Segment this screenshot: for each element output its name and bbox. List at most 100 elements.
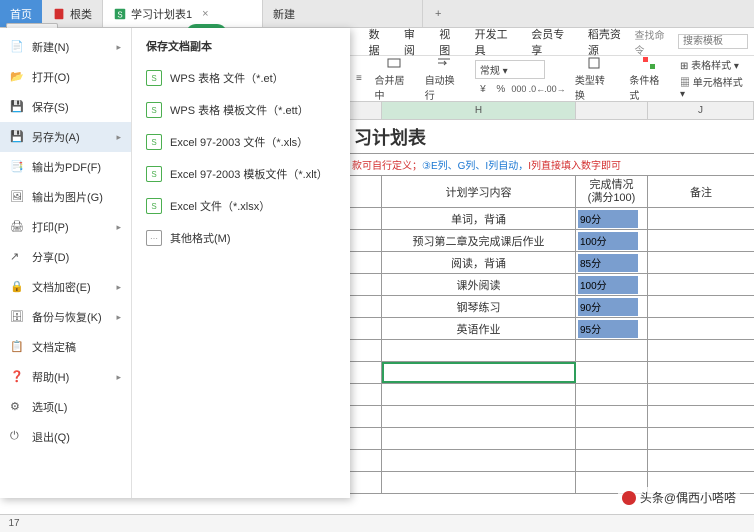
row-number-17[interactable]: 17 xyxy=(4,518,24,529)
sheet-title-row: 习计划表 xyxy=(350,120,754,154)
file-menu-item-10[interactable]: 📋文档定稿 xyxy=(0,332,131,362)
cell-note[interactable] xyxy=(648,252,754,273)
file-menu-item-0[interactable]: 📄新建(N)▸ xyxy=(0,32,131,62)
header-plan: 计划学习内容 xyxy=(382,176,576,207)
menu-item-icon: 💾 xyxy=(10,130,24,144)
menu-item-icon: 💾 xyxy=(10,100,24,114)
table-row[interactable]: 英语作业95分 xyxy=(350,318,754,340)
cell-note[interactable] xyxy=(648,318,754,339)
decimal-dec-icon[interactable]: .00→ xyxy=(547,81,563,97)
cell-plan[interactable]: 阅读，背诵 xyxy=(382,252,576,273)
cell-plan[interactable]: 预习第二章及完成课后作业 xyxy=(382,230,576,251)
auto-wrap-button[interactable]: 自动换行 xyxy=(421,53,467,104)
cell-score[interactable]: 90分 xyxy=(576,296,648,317)
menu-item-icon: 📄 xyxy=(10,40,24,54)
menu-item-icon: ⏻ xyxy=(10,430,24,444)
type-convert-button[interactable]: 类型转换 xyxy=(571,53,618,104)
file-menu-item-9[interactable]: 🗄备份与恢复(K)▸ xyxy=(0,302,131,332)
cell-plan[interactable]: 课外阅读 xyxy=(382,274,576,295)
currency-icon[interactable]: ¥ xyxy=(475,81,491,97)
save-format-3[interactable]: SExcel 97-2003 模板文件（*.xlt） xyxy=(140,158,342,190)
format-icon: S xyxy=(146,198,162,214)
file-menu-item-7[interactable]: ↗分享(D) xyxy=(0,242,131,272)
cell-score[interactable]: 90分 xyxy=(576,208,648,229)
save-format-4[interactable]: SExcel 文件（*.xlsx） xyxy=(140,190,342,222)
menu-item-icon: ⚙ xyxy=(10,400,24,414)
ribbon-tab-dev[interactable]: 开发工具 xyxy=(475,24,518,60)
file-menu-item-4[interactable]: 📑输出为PDF(F) xyxy=(0,152,131,182)
table-style-icon: ⊞ xyxy=(680,61,688,72)
file-menu-item-3[interactable]: 💾另存为(A)▸ xyxy=(0,122,131,152)
cell-score[interactable]: 100分 xyxy=(576,274,648,295)
file-menu-list: 📄新建(N)▸📂打开(O)💾保存(S)💾另存为(A)▸📑输出为PDF(F)🖼输出… xyxy=(0,28,132,498)
decimal-inc-icon[interactable]: .0← xyxy=(529,81,545,97)
format-icon: ⋯ xyxy=(146,230,162,246)
number-format-select[interactable]: 常规 ▾ xyxy=(475,60,545,79)
conditional-format-button[interactable]: 条件格式 xyxy=(625,53,672,104)
file-menu-item-8[interactable]: 🔒文档加密(E)▸ xyxy=(0,272,131,302)
cell-score[interactable]: 95分 xyxy=(576,318,648,339)
chevron-right-icon: ▸ xyxy=(116,372,121,383)
file-menu-item-12[interactable]: ⚙选项(L) xyxy=(0,392,131,422)
cell-note[interactable] xyxy=(648,274,754,295)
table-row-selected[interactable] xyxy=(350,362,754,384)
ribbon-tab-vip[interactable]: 会员专享 xyxy=(531,24,574,60)
table-row[interactable]: 阅读，背诵85分 xyxy=(350,252,754,274)
menu-item-icon: ❓ xyxy=(10,370,24,384)
spreadsheet-icon: S xyxy=(113,7,127,21)
cell-plan[interactable]: 钢琴练习 xyxy=(382,296,576,317)
watermark-icon xyxy=(622,491,636,505)
table-row[interactable]: 钢琴练习90分 xyxy=(350,296,754,318)
table-header-row: 计划学习内容 完成情况(满分100) 备注 xyxy=(350,176,754,208)
file-menu-panel: 📄新建(N)▸📂打开(O)💾保存(S)💾另存为(A)▸📑输出为PDF(F)🖼输出… xyxy=(0,28,350,498)
cell-note[interactable] xyxy=(648,230,754,251)
cell-score[interactable]: 85分 xyxy=(576,252,648,273)
cell-note[interactable] xyxy=(648,296,754,317)
header-note: 备注 xyxy=(648,176,754,207)
file-menu-submenu: 保存文档副本 SWPS 表格 文件（*.et）SWPS 表格 模板文件（*.et… xyxy=(132,28,350,498)
table-style-button[interactable]: ⊞ 表格样式 ▾ xyxy=(680,57,739,72)
align-icon[interactable]: ≡ xyxy=(351,71,366,87)
cell-plan[interactable]: 单词，背诵 xyxy=(382,208,576,229)
table-row[interactable]: 课外阅读100分 xyxy=(350,274,754,296)
cell-note[interactable] xyxy=(648,208,754,229)
table-row[interactable] xyxy=(350,406,754,428)
col-header-j[interactable]: J xyxy=(648,102,754,119)
chevron-right-icon: ▸ xyxy=(116,222,121,233)
chevron-right-icon: ▸ xyxy=(116,282,121,293)
cell-plan[interactable]: 英语作业 xyxy=(382,318,576,339)
table-row[interactable] xyxy=(350,428,754,450)
menu-item-icon: 📑 xyxy=(10,160,24,174)
menu-item-icon: 🖼 xyxy=(10,190,24,204)
file-menu-item-2[interactable]: 💾保存(S) xyxy=(0,92,131,122)
format-icon: S xyxy=(146,166,162,182)
file-menu-item-11[interactable]: ❓帮助(H)▸ xyxy=(0,362,131,392)
search-input[interactable] xyxy=(678,34,748,49)
file-menu-item-13[interactable]: ⏻退出(Q) xyxy=(0,422,131,452)
menu-item-icon: 🖨 xyxy=(10,220,24,234)
chevron-right-icon: ▸ xyxy=(116,42,121,53)
search-command-hint[interactable]: 查找命令 xyxy=(634,27,672,57)
table-row[interactable]: 单词，背诵90分 xyxy=(350,208,754,230)
chevron-right-icon: ▸ xyxy=(116,312,121,323)
cell-style-button[interactable]: ▦ 单元格样式 ▾ xyxy=(680,74,748,100)
comma-icon[interactable]: 000 xyxy=(511,81,527,97)
save-format-1[interactable]: SWPS 表格 模板文件（*.ett） xyxy=(140,94,342,126)
file-menu-item-6[interactable]: 🖨打印(P)▸ xyxy=(0,212,131,242)
percent-icon[interactable]: % xyxy=(493,81,509,97)
file-menu-item-5[interactable]: 🖼输出为图片(G) xyxy=(0,182,131,212)
header-completion: 完成情况(满分100) xyxy=(576,176,648,207)
table-row[interactable]: 预习第二章及完成课后作业100分 xyxy=(350,230,754,252)
menu-item-icon: 📋 xyxy=(10,340,24,354)
table-row[interactable] xyxy=(350,340,754,362)
save-format-0[interactable]: SWPS 表格 文件（*.et） xyxy=(140,62,342,94)
close-icon[interactable]: × xyxy=(202,8,208,20)
file-menu-item-1[interactable]: 📂打开(O) xyxy=(0,62,131,92)
table-row[interactable] xyxy=(350,450,754,472)
col-header-h[interactable]: H xyxy=(382,102,576,119)
merge-center-button[interactable]: 合并居中 xyxy=(371,53,417,104)
table-row[interactable] xyxy=(350,384,754,406)
cell-score[interactable]: 100分 xyxy=(576,230,648,251)
save-format-2[interactable]: SExcel 97-2003 文件（*.xls） xyxy=(140,126,342,158)
save-format-5[interactable]: ⋯其他格式(M) xyxy=(140,222,342,254)
